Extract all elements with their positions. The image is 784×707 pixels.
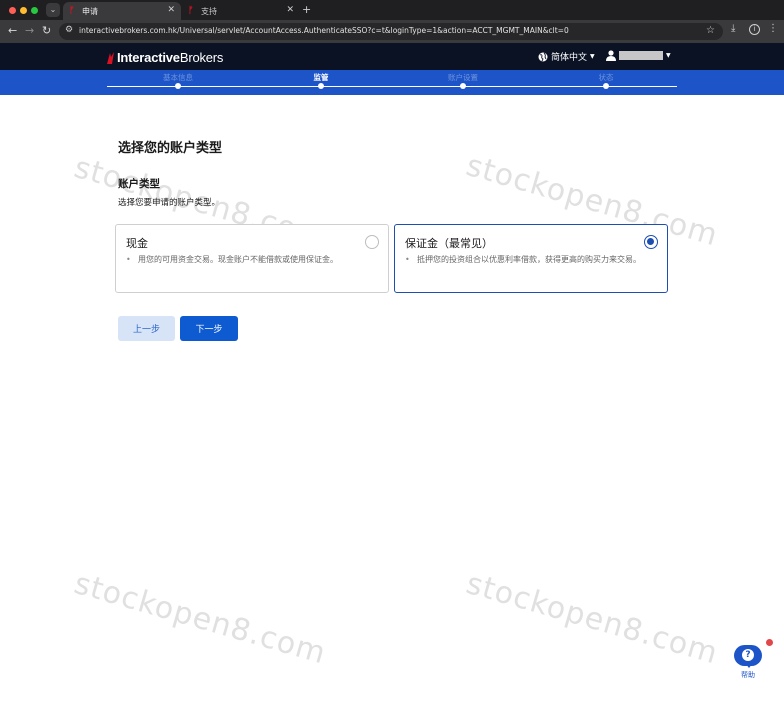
step-label-regulatory: 监管 (313, 73, 329, 82)
close-icon[interactable]: ✕ (167, 5, 175, 15)
user-menu[interactable]: ▼ (606, 50, 671, 61)
back-icon[interactable]: ← (8, 24, 17, 37)
logo-text-light: Brokers (179, 50, 224, 65)
window-close-button[interactable] (9, 7, 16, 14)
browser-tab-support[interactable]: ᚠ 支持 ✕ (182, 2, 300, 20)
step-dot (603, 83, 609, 89)
chevron-down-icon: ▼ (590, 53, 595, 60)
option-description: 用您的可用资金交易。现金账户不能借款或使用保证金。 (126, 254, 378, 266)
step-label-status: 状态 (598, 73, 614, 82)
next-step-button[interactable]: 下一步 (180, 316, 238, 341)
site-header: InteractiveBrokers 简体中文 ▼ ▼ (0, 43, 784, 70)
progress-stepper: 基本信息 监管 账户设置 状态 (0, 70, 784, 95)
redacted-username (619, 51, 663, 60)
user-icon (606, 50, 616, 61)
step-dot (175, 83, 181, 89)
more-menu-icon[interactable]: ⋮ (768, 23, 778, 34)
section-title: 账户类型 (118, 178, 160, 190)
close-icon[interactable]: ✕ (286, 5, 294, 15)
watermark: stockopen8.com (462, 566, 723, 672)
help-label: 帮助 (741, 671, 755, 679)
language-selector[interactable]: 简体中文 ▼ (538, 50, 595, 63)
option-title: 保证金（最常见） (405, 237, 493, 250)
step-label-basic-info: 基本信息 (163, 73, 193, 82)
section-description: 选择您要申请的账户类型。 (118, 198, 221, 208)
question-mark-icon: ? (742, 649, 754, 661)
url-text: interactivebrokers.com.hk/Universal/serv… (79, 26, 569, 35)
watermark: stockopen8.com (70, 566, 331, 672)
reload-icon[interactable]: ↻ (42, 24, 51, 37)
ib-logo-mark-icon (107, 51, 114, 64)
option-title: 现金 (126, 237, 148, 250)
option-description: 抵押您的投资组合以优惠利率借款，获得更高的购买力来交易。 (405, 254, 657, 266)
browser-tab-bar: ⌄ ᚠ 申请 ✕ ᚠ 支持 ✕ + (0, 0, 784, 20)
chevron-down-icon: ▼ (666, 52, 671, 59)
tab-title: 支持 (201, 6, 217, 16)
browser-tab-apply[interactable]: ᚠ 申请 ✕ (63, 2, 181, 20)
ib-favicon-icon: ᚠ (188, 6, 194, 16)
cash-radio-button[interactable] (365, 235, 379, 249)
download-icon[interactable]: ⤓ (731, 23, 735, 34)
step-label-account-setup: 账户设置 (448, 73, 478, 82)
step-dot (460, 83, 466, 89)
new-tab-icon[interactable]: + (302, 3, 311, 16)
logo-text-bold: Interactive (117, 50, 180, 65)
ib-logo[interactable]: InteractiveBrokers (106, 50, 223, 65)
extension-icon[interactable]: i (749, 24, 760, 35)
ib-favicon-icon: ᚠ (69, 6, 75, 16)
step-dot (318, 83, 324, 89)
account-type-option-cash[interactable]: 现金 用您的可用资金交易。现金账户不能借款或使用保证金。 (115, 224, 389, 293)
window-minimize-button[interactable] (20, 7, 27, 14)
forward-icon[interactable]: → (25, 24, 34, 37)
page-title: 选择您的账户类型 (118, 141, 223, 156)
stepper-line (107, 86, 677, 87)
previous-step-button[interactable]: 上一步 (118, 316, 175, 341)
site-info-icon[interactable]: ⚙ (65, 25, 73, 35)
tab-search-icon[interactable]: ⌄ (46, 3, 60, 17)
help-chat-icon: ? (734, 645, 762, 668)
globe-icon (538, 52, 548, 61)
tab-title: 申请 (82, 6, 98, 16)
help-widget[interactable]: ? 帮助 (733, 639, 773, 681)
notification-badge (766, 639, 773, 646)
language-label: 简体中文 (551, 53, 588, 63)
address-bar[interactable]: ⚙ interactivebrokers.com.hk/Universal/se… (59, 23, 723, 40)
account-type-option-margin[interactable]: 保证金（最常见） 抵押您的投资组合以优惠利率借款，获得更高的购买力来交易。 (394, 224, 668, 293)
bookmark-star-icon[interactable]: ☆ (706, 25, 715, 36)
margin-radio-button[interactable] (644, 235, 658, 249)
window-maximize-button[interactable] (31, 7, 38, 14)
browser-toolbar: ← → ↻ ⚙ interactivebrokers.com.hk/Univer… (0, 20, 784, 43)
